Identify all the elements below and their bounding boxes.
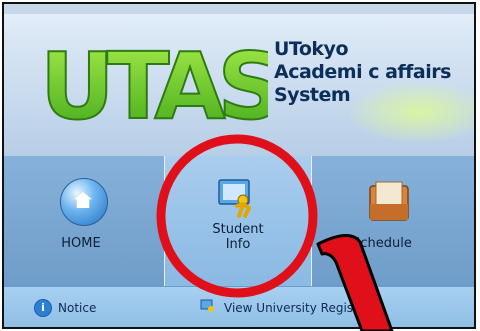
tab-home[interactable]: HOME bbox=[38, 156, 124, 286]
tab-student-info-label: Student Info bbox=[165, 222, 311, 252]
info-icon: i bbox=[34, 299, 52, 317]
header-top-strip bbox=[4, 4, 474, 14]
student-icon bbox=[218, 179, 252, 218]
tab-schedule[interactable]: Schedule bbox=[322, 156, 442, 286]
header: UTAS UTokyo Academi c affairs System bbox=[4, 4, 474, 156]
subnav-view-registration-link[interactable]: View University Regist bbox=[224, 301, 358, 315]
tab-home-label: HOME bbox=[61, 236, 101, 251]
utas-logo[interactable]: UTAS bbox=[38, 26, 268, 136]
title-line-2: Academi c affairs bbox=[274, 61, 451, 83]
tab-student-info[interactable]: Student Info bbox=[164, 156, 312, 286]
sub-navigation: i Notice View University Regist bbox=[4, 286, 474, 327]
tab-schedule-label: Schedule bbox=[352, 236, 412, 251]
tab-student-label-line2: Info bbox=[225, 237, 251, 252]
title-line-3: System bbox=[274, 84, 351, 106]
system-title: UTokyo Academi c affairs System bbox=[274, 38, 474, 107]
logo-text: UTAS bbox=[40, 33, 268, 136]
subnav-notice-link[interactable]: Notice bbox=[58, 301, 96, 315]
tab-student-label-line1: Student bbox=[212, 222, 264, 237]
tab-bar: HOME Student Info Schedule bbox=[4, 156, 474, 286]
schedule-icon bbox=[369, 181, 409, 221]
person-icon bbox=[200, 299, 214, 312]
app-window: UTAS UTokyo Academi c affairs System HOM… bbox=[2, 2, 476, 329]
title-line-1: UTokyo bbox=[274, 38, 349, 60]
home-icon bbox=[60, 178, 108, 226]
